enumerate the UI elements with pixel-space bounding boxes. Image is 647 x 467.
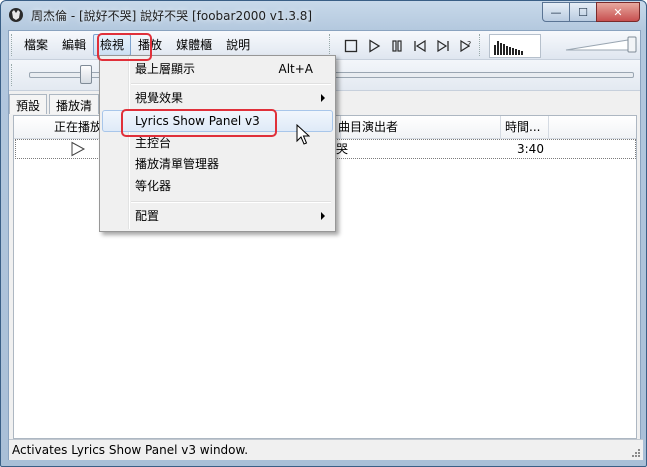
spectrum-visualizer bbox=[489, 34, 541, 58]
status-bar: Activates Lyrics Show Panel v3 window. bbox=[9, 439, 643, 460]
cell-artist: 哭 bbox=[336, 142, 349, 156]
annotation-view-menu-highlight bbox=[97, 33, 152, 61]
menu-item-shortcut: Alt+A bbox=[278, 62, 313, 76]
menu-item-label: 等化器 bbox=[135, 179, 172, 193]
caption-buttons: — ☐ ✕ bbox=[542, 2, 640, 22]
menu-separator bbox=[131, 83, 331, 85]
playlist-tabs: 預設 播放清 bbox=[9, 94, 101, 114]
menu-item-always-on-top[interactable]: 最上層顯示 Alt+A bbox=[102, 59, 333, 79]
menu-separator bbox=[131, 201, 331, 203]
menu-item-playlist-manager[interactable]: 播放清單管理器 bbox=[102, 154, 333, 174]
menu-item-label: 視覺效果 bbox=[135, 91, 184, 105]
tab-default[interactable]: 預設 bbox=[9, 94, 48, 114]
column-divider[interactable] bbox=[548, 116, 549, 138]
toolbar-divider bbox=[329, 34, 332, 56]
volume-slider[interactable] bbox=[564, 36, 638, 54]
pause-icon[interactable] bbox=[385, 38, 408, 54]
previous-icon[interactable] bbox=[408, 38, 431, 54]
svg-text:?: ? bbox=[467, 40, 471, 49]
menu-help[interactable]: 說明 bbox=[219, 34, 257, 56]
play-outline-icon bbox=[71, 141, 86, 157]
foobar-app-icon[interactable] bbox=[8, 7, 24, 23]
playback-toolbar: ? bbox=[339, 38, 477, 54]
window-title: 周杰倫 - [說好不哭] 說好不哭 [foobar2000 v1.3.8] bbox=[31, 9, 313, 23]
menu-item-label: 最上層顯示 bbox=[135, 62, 196, 76]
submenu-arrow-icon bbox=[321, 94, 325, 102]
seekbar-thumb[interactable] bbox=[80, 65, 92, 84]
resize-grip-icon[interactable] bbox=[631, 448, 641, 458]
toolbar-divider-2 bbox=[479, 34, 482, 56]
menu-item-visualizations[interactable]: 視覺效果 bbox=[102, 88, 333, 108]
seek-grip bbox=[11, 64, 14, 86]
close-button[interactable]: ✕ bbox=[596, 2, 640, 22]
column-artist[interactable]: 曲目演出者 bbox=[338, 116, 398, 138]
next-icon[interactable] bbox=[431, 38, 454, 54]
stop-icon[interactable] bbox=[339, 38, 362, 54]
status-text: Activates Lyrics Show Panel v3 window. bbox=[12, 443, 249, 457]
maximize-button[interactable]: ☐ bbox=[569, 2, 597, 22]
random-icon[interactable]: ? bbox=[454, 38, 477, 54]
title-bar[interactable]: 周杰倫 - [說好不哭] 說好不哭 [foobar2000 v1.3.8] — … bbox=[1, 1, 646, 29]
menu-item-preferences[interactable]: 配置 bbox=[102, 206, 333, 226]
cell-time: 3:40 bbox=[517, 142, 544, 156]
column-time[interactable]: 時間... bbox=[505, 116, 540, 138]
menu-edit[interactable]: 編輯 bbox=[55, 34, 93, 56]
submenu-arrow-icon bbox=[321, 212, 325, 220]
menu-item-label: 播放清單管理器 bbox=[135, 157, 220, 171]
menu-item-equalizer[interactable]: 等化器 bbox=[102, 176, 333, 196]
menu-item-label: 配置 bbox=[135, 209, 160, 223]
tab-playlist[interactable]: 播放清 bbox=[49, 94, 100, 114]
grip-divider bbox=[11, 34, 14, 56]
menu-library[interactable]: 媒體櫃 bbox=[169, 34, 219, 56]
mouse-cursor-icon bbox=[296, 124, 310, 145]
column-divider[interactable] bbox=[500, 116, 501, 138]
menu-file[interactable]: 檔案 bbox=[17, 34, 55, 56]
annotation-lyrics-item-highlight bbox=[121, 109, 277, 137]
column-now-playing[interactable]: 正在播放 bbox=[54, 116, 102, 138]
minimize-button[interactable]: — bbox=[542, 2, 570, 22]
play-icon[interactable] bbox=[362, 38, 385, 54]
